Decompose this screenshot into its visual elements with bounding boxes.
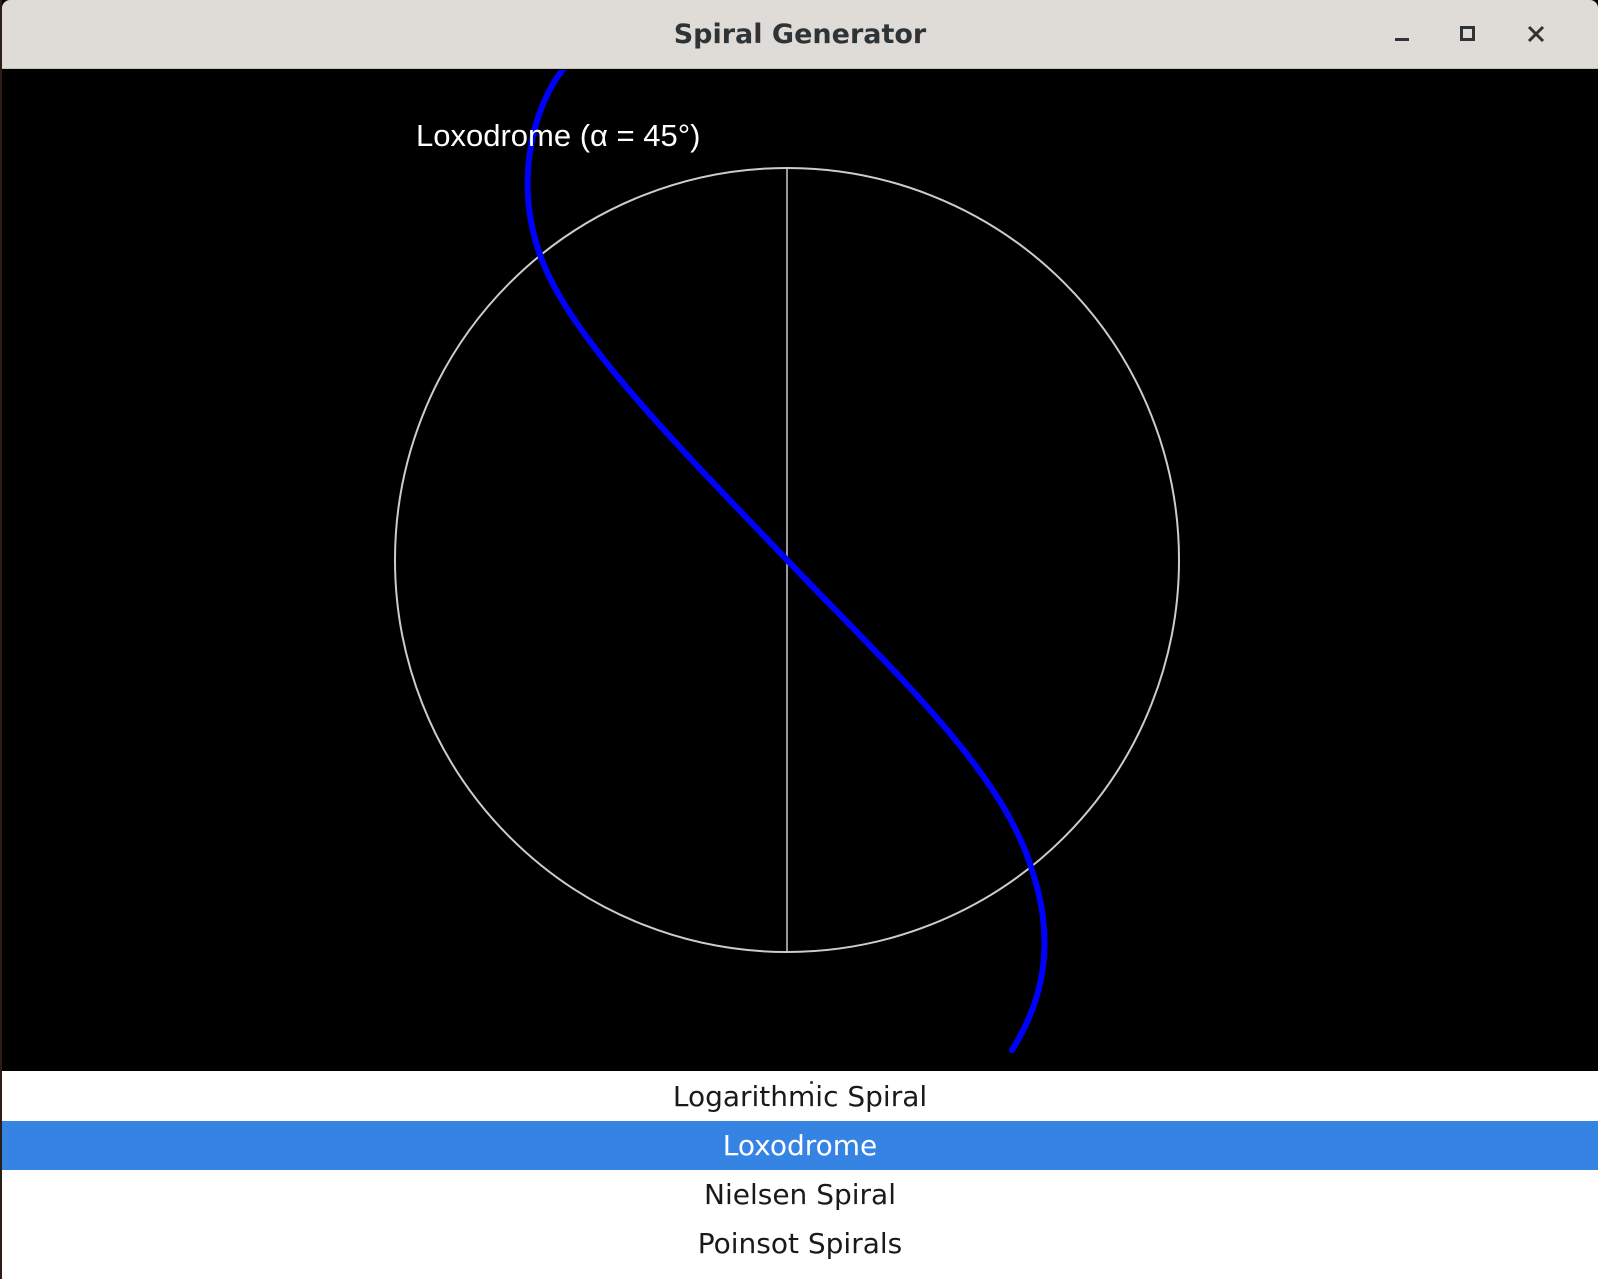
spiral-canvas: Loxodrome (α = 45°) <box>2 70 1598 1071</box>
close-button[interactable] <box>1516 14 1556 54</box>
curve-label: Loxodrome (α = 45°) <box>416 118 701 153</box>
spiral-list-item[interactable]: Loxodrome <box>2 1121 1598 1170</box>
spiral-drawing <box>394 70 1180 1053</box>
minimize-icon <box>1395 38 1409 41</box>
title-bar[interactable]: Spiral Generator <box>2 0 1598 69</box>
app-window: Spiral Generator Loxodrome (α = 45°) Log… <box>2 0 1598 1279</box>
spiral-list-item[interactable]: Nielsen Spiral <box>2 1170 1598 1219</box>
minimize-button[interactable] <box>1382 14 1422 54</box>
window-title: Spiral Generator <box>673 19 927 50</box>
spiral-type-list[interactable]: Logarithmic Spiral Loxodrome Nielsen Spira… <box>2 1071 1598 1279</box>
spiral-list-item[interactable]: Poinsot Spirals <box>2 1219 1598 1268</box>
close-icon <box>1527 25 1545 43</box>
loxodrome-curve <box>524 70 1048 1053</box>
maximize-button[interactable] <box>1448 14 1488 54</box>
maximize-icon <box>1460 26 1475 41</box>
spiral-list-item[interactable]: Logarithmic Spiral <box>2 1072 1598 1121</box>
